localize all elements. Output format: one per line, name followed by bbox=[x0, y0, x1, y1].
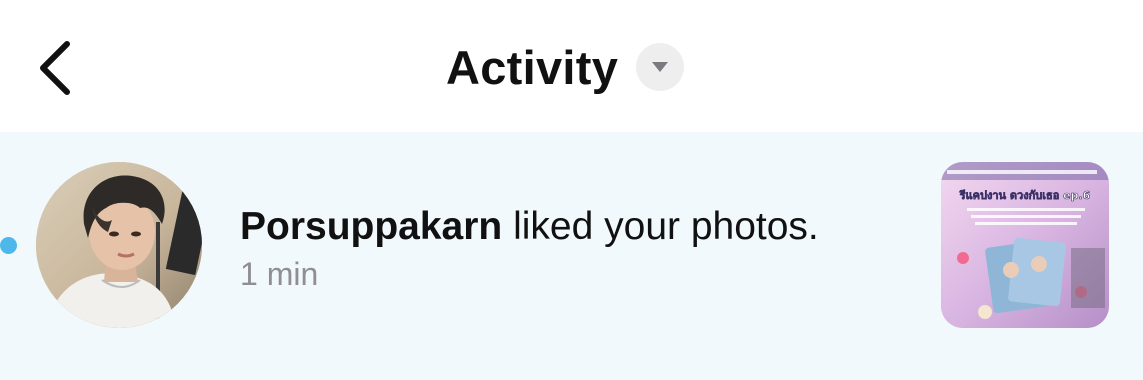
caret-down-icon bbox=[652, 62, 669, 72]
notification-row[interactable]: Porsuppakarn liked your photos. 1 min รี… bbox=[0, 132, 1143, 380]
thumbnail-image: รีแคปงาน ดวงกับเธอ ep.6 bbox=[941, 162, 1109, 328]
avatar[interactable] bbox=[36, 162, 202, 328]
activity-filter-dropdown[interactable] bbox=[636, 43, 685, 91]
notification-text: Porsuppakarn liked your photos. 1 min bbox=[240, 202, 819, 294]
photo-thumbnail[interactable]: รีแคปงาน ดวงกับเธอ ep.6 bbox=[941, 162, 1109, 328]
unread-indicator bbox=[0, 237, 17, 254]
page-title: Activity bbox=[446, 40, 619, 94]
chevron-left-icon bbox=[40, 41, 70, 95]
thumbnail-caption: รีแคปงาน ดวงกับเธอ ep.6 bbox=[959, 189, 1091, 202]
username-link[interactable]: Porsuppakarn bbox=[240, 205, 502, 248]
title-group: Activity bbox=[446, 32, 685, 102]
notification-message: Porsuppakarn liked your photos. bbox=[240, 202, 819, 252]
timestamp: 1 min bbox=[240, 256, 319, 292]
notification-action: liked your photos. bbox=[513, 205, 819, 248]
header: Activity bbox=[0, 0, 1143, 132]
activity-page: Activity Porsuppakarn liked your photos.… bbox=[0, 0, 1143, 380]
avatar-photo bbox=[36, 162, 202, 328]
back-button[interactable] bbox=[28, 36, 80, 100]
